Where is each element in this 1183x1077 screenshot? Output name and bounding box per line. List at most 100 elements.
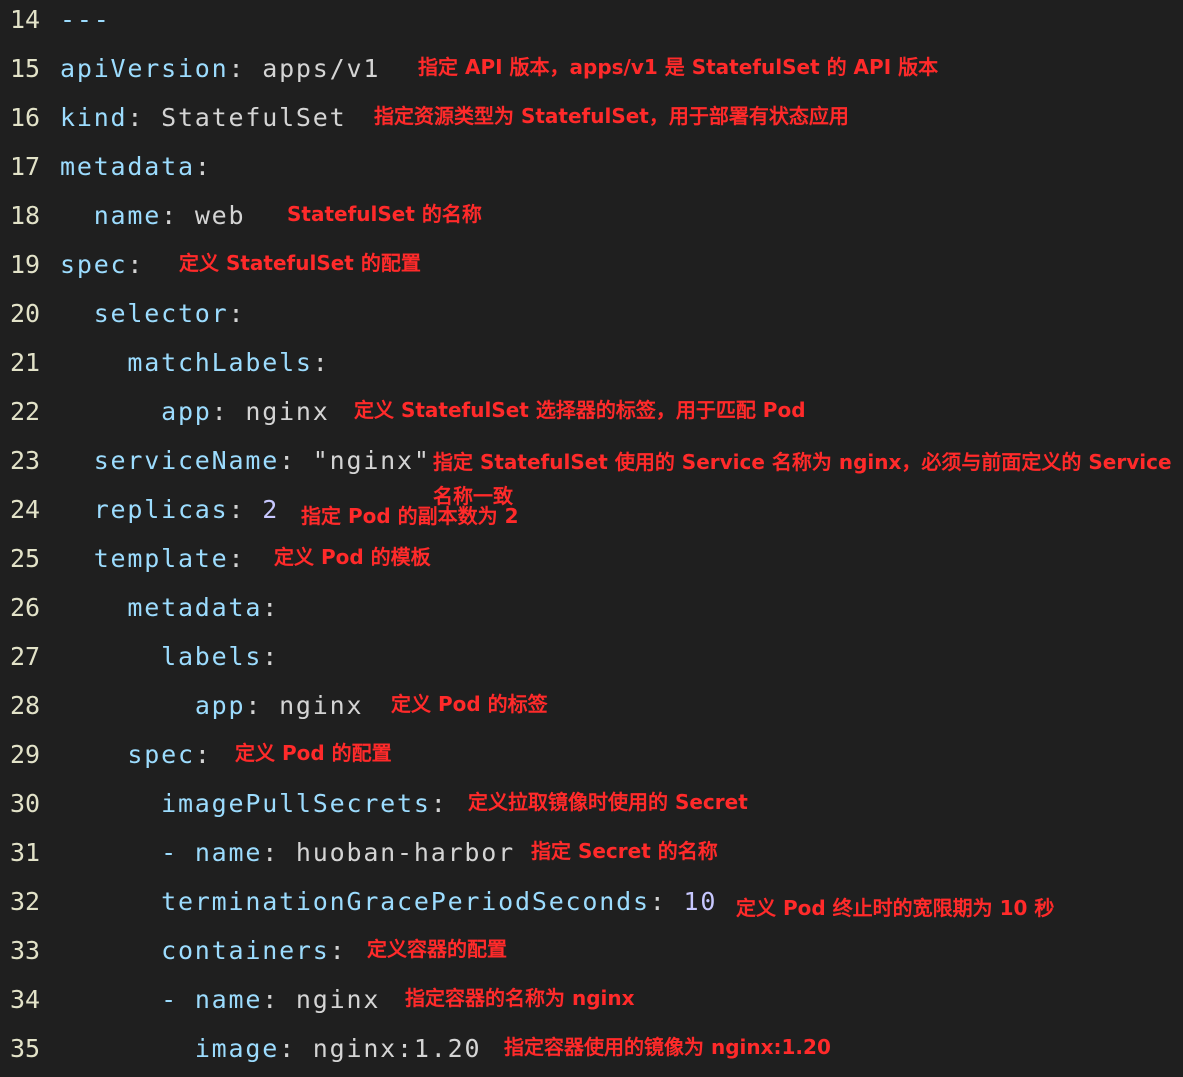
code-text[interactable]: - name: nginx (60, 982, 380, 1018)
code-line[interactable]: 30 imagePullSecrets: 定义拉取镜像时使用的 Secret (0, 786, 1183, 835)
yaml-number-value: 10 (683, 887, 718, 916)
code-line[interactable]: 23 serviceName: "nginx" 指定 StatefulSet 使… (0, 443, 1183, 508)
annotation-note: 指定容器的名称为 nginx (405, 986, 635, 1010)
code-line[interactable]: 17 metadata: (0, 149, 1183, 198)
code-line[interactable]: 28 app: nginx 定义 Pod 的标签 (0, 688, 1183, 737)
line-number: 24 (10, 495, 41, 524)
yaml-number-value: 2 (262, 495, 280, 524)
code-text[interactable]: spec: (60, 247, 144, 283)
line-number: 28 (10, 691, 41, 720)
yaml-value: nginx (295, 985, 381, 1014)
code-line[interactable]: 31 - name: huoban-harbor 指定 Secret 的名称 (0, 835, 1183, 884)
line-number: 17 (10, 152, 41, 181)
code-line[interactable]: 34 - name: nginx 指定容器的名称为 nginx (0, 982, 1183, 1031)
code-line[interactable]: 35 image: nginx:1.20 指定容器使用的镜像为 nginx:1.… (0, 1031, 1183, 1077)
code-line[interactable]: 16 kind: StatefulSet 指定资源类型为 StatefulSet… (0, 100, 1183, 149)
code-text[interactable]: matchLabels: (60, 345, 330, 381)
yaml-key: kind (60, 103, 128, 132)
code-text[interactable]: serviceName: "nginx" (60, 443, 431, 479)
code-line[interactable]: 33 containers: 定义容器的配置 (0, 933, 1183, 982)
yaml-key: name (194, 838, 263, 867)
code-text[interactable]: apiVersion: apps/v1 (60, 51, 380, 87)
line-number: 18 (10, 201, 41, 230)
code-text[interactable]: containers: (60, 933, 346, 969)
code-text[interactable]: name: web (60, 198, 245, 234)
code-text[interactable]: metadata: (60, 590, 279, 626)
code-line[interactable]: 32 terminationGracePeriodSeconds: 10 定义 … (0, 884, 1183, 933)
line-number: 27 (10, 642, 41, 671)
yaml-key: selector (93, 299, 229, 328)
line-number: 23 (10, 446, 41, 475)
annotation-note: 指定 API 版本，apps/v1 是 StatefulSet 的 API 版本 (418, 55, 939, 79)
yaml-key: matchLabels (127, 348, 313, 377)
annotation-note: 定义 Pod 终止时的宽限期为 10 秒 (736, 896, 1055, 920)
annotation-note: 指定 Secret 的名称 (531, 839, 718, 863)
line-number: 20 (10, 299, 41, 328)
code-line[interactable]: 19 spec: 定义 StatefulSet 的配置 (0, 247, 1183, 296)
line-number: 31 (10, 838, 41, 867)
annotation-note: 定义容器的配置 (367, 937, 507, 961)
annotation-note: 定义拉取镜像时使用的 Secret (468, 790, 748, 814)
annotation-note: 指定容器使用的镜像为 nginx:1.20 (504, 1035, 831, 1059)
line-number: 33 (10, 936, 41, 965)
yaml-value: nginx (245, 397, 330, 426)
yaml-key: image (194, 1034, 280, 1063)
line-number: 19 (10, 250, 41, 279)
code-text[interactable]: terminationGracePeriodSeconds: 10 (60, 884, 717, 920)
code-line[interactable]: 21 matchLabels: (0, 345, 1183, 394)
line-number: 14 (10, 5, 41, 34)
yaml-value: apps/v1 (262, 54, 381, 83)
code-text[interactable]: app: nginx (60, 394, 330, 430)
code-text[interactable]: imagePullSecrets: (60, 786, 448, 822)
code-line[interactable]: 22 app: nginx 定义 StatefulSet 选择器的标签，用于匹配… (0, 394, 1183, 443)
line-number: 34 (10, 985, 41, 1014)
annotation-note: 定义 StatefulSet 的配置 (179, 251, 421, 275)
yaml-value: nginx:1.20 (312, 1034, 482, 1063)
line-number: 32 (10, 887, 41, 916)
line-number: 30 (10, 789, 41, 818)
code-line[interactable]: 14 --- (0, 2, 1183, 51)
code-text[interactable]: metadata: (60, 149, 212, 185)
code-line[interactable]: 25 template: 定义 Pod 的模板 (0, 541, 1183, 590)
yaml-key: name (93, 201, 162, 230)
line-number: 35 (10, 1034, 41, 1063)
code-line[interactable]: 18 name: web StatefulSet 的名称 (0, 198, 1183, 247)
code-line[interactable]: 15 apiVersion: apps/v1 指定 API 版本，apps/v1… (0, 51, 1183, 100)
annotation-note: 定义 Pod 的标签 (391, 692, 548, 716)
code-text[interactable]: kind: StatefulSet (60, 100, 346, 136)
line-number: 16 (10, 103, 41, 132)
code-text[interactable]: replicas: 2 (60, 492, 279, 528)
yaml-string-value: "nginx" (312, 446, 431, 475)
code-text[interactable]: - name: huoban-harbor (60, 835, 515, 871)
code-text[interactable]: image: nginx:1.20 (60, 1031, 481, 1067)
yaml-key: imagePullSecrets (161, 789, 431, 818)
code-text[interactable]: app: nginx (60, 688, 363, 724)
annotation-note: 定义 Pod 的模板 (274, 545, 431, 569)
code-text[interactable]: selector: (60, 296, 245, 332)
yaml-key: labels (161, 642, 263, 671)
annotation-note: 定义 Pod 的配置 (235, 741, 392, 765)
yaml-key: app (194, 691, 246, 720)
line-number: 25 (10, 544, 41, 573)
yaml-key: apiVersion (60, 54, 229, 83)
list-dash: - (161, 985, 195, 1014)
yaml-key: metadata (127, 593, 263, 622)
code-text[interactable]: labels: (60, 639, 279, 675)
yaml-value: web (194, 201, 246, 230)
code-line[interactable]: 24 replicas: 2 指定 Pod 的副本数为 2 (0, 492, 1183, 541)
yaml-value: StatefulSet (161, 103, 347, 132)
code-text[interactable]: spec: (60, 737, 212, 773)
code-line[interactable]: 20 selector: (0, 296, 1183, 345)
line-number: 29 (10, 740, 41, 769)
code-line[interactable]: 29 spec: 定义 Pod 的配置 (0, 737, 1183, 786)
code-editor[interactable]: 14 --- 15 apiVersion: apps/v1 指定 API 版本，… (0, 0, 1183, 1077)
line-number: 15 (10, 54, 41, 83)
code-text[interactable]: template: (60, 541, 245, 577)
yaml-key: serviceName (93, 446, 280, 475)
code-text[interactable]: --- (60, 2, 111, 38)
yaml-key: template (93, 544, 229, 573)
code-line[interactable]: 27 labels: (0, 639, 1183, 688)
line-number: 22 (10, 397, 41, 426)
code-line[interactable]: 26 metadata: (0, 590, 1183, 639)
yaml-key: replicas (93, 495, 229, 524)
